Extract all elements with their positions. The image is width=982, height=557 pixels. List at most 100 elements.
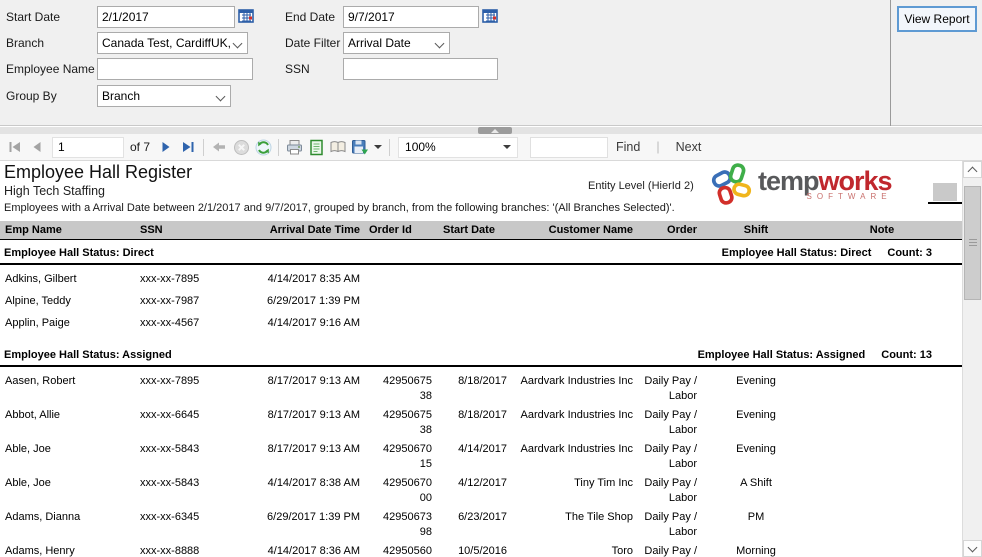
cell-arrival: 8/17/2017 9:13 AM: [267, 375, 360, 387]
start-date-input[interactable]: [97, 6, 235, 28]
cell-emp-name: Adams, Dianna: [5, 511, 81, 523]
branch-dropdown[interactable]: Canada Test, CardiffUK, Eag: [97, 32, 248, 54]
column-header-customer-name: Customer Name: [548, 224, 633, 236]
cell-emp-name: Applin, Paige: [5, 317, 70, 329]
cell-arrival: 8/17/2017 9:13 AM: [267, 409, 360, 421]
cell-order-type: Daily Pay / Labor: [644, 511, 697, 538]
column-header-note: Note: [869, 224, 895, 236]
tempworks-wordmark: tempworks SOFTWARE: [758, 167, 893, 201]
cell-order-type: Daily Pay / Labor: [644, 443, 697, 470]
chevron-down-icon: [436, 39, 445, 48]
page-setup-button[interactable]: [327, 136, 349, 158]
cell-emp-name: Able, Joe: [5, 443, 51, 455]
cell-ssn: xxx-xx-7895: [140, 273, 200, 285]
cell-order-type: Daily Pay /: [644, 545, 697, 557]
ssn-input[interactable]: [343, 58, 498, 80]
page-setup-book-icon: [330, 141, 346, 153]
next-page-button[interactable]: [155, 136, 177, 158]
report-toolbar: of 7: [0, 134, 982, 161]
find-next-divider: |: [656, 140, 660, 154]
vertical-scrollbar[interactable]: [962, 161, 982, 557]
employee-name-label: Employee Name: [6, 62, 95, 76]
export-button[interactable]: [349, 136, 371, 158]
cell-ssn: xxx-xx-5843: [140, 477, 200, 489]
cell-order-id: 42950560: [383, 545, 432, 557]
back-to-parent-button[interactable]: [208, 136, 230, 158]
scroll-up-button[interactable]: [963, 161, 982, 178]
table-row: Adams, Dianna xxx-xx-6345 6/29/2017 1:39…: [0, 506, 962, 540]
column-header-arrival-date-time: Arrival Date Time: [269, 224, 360, 236]
report-viewer-window: Start Date End Date Branch Canada Test, …: [0, 0, 982, 557]
end-date-input[interactable]: [343, 6, 479, 28]
cell-order-type: Daily Pay / Labor: [644, 375, 697, 402]
group-label-right: Employee Hall Status: Assigned: [697, 349, 866, 361]
back-arrow-icon: [213, 142, 226, 152]
cell-arrival: 8/17/2017 9:13 AM: [267, 443, 360, 455]
print-layout-button[interactable]: [305, 136, 327, 158]
calendar-icon: [482, 9, 498, 23]
cell-ssn: xxx-xx-4567: [140, 317, 200, 329]
zoom-dropdown[interactable]: 100%: [398, 136, 519, 158]
table-row: Adams, Henry xxx-xx-8888 4/14/2017 8:36 …: [0, 540, 962, 557]
next-link[interactable]: Next: [676, 140, 702, 154]
scrollbar-thumb[interactable]: [964, 186, 981, 300]
cell-order-type: Daily Pay / Labor: [644, 477, 697, 504]
cell-start-date: 8/18/2017: [458, 409, 507, 421]
group-count: Count: 13: [881, 349, 932, 361]
printer-icon: [286, 139, 302, 154]
group-label-right: Employee Hall Status: Direct: [721, 247, 872, 259]
column-header-ssn: SSN: [140, 224, 163, 236]
start-date-calendar-button[interactable]: [237, 8, 255, 26]
cell-start-date: 4/14/2017: [458, 443, 507, 455]
table-row: Aasen, Robert xxx-xx-7895 8/17/2017 9:13…: [0, 370, 962, 404]
cell-customer: Toro: [611, 545, 633, 557]
table-header-row: Emp Name SSN Arrival Date Time Order Id …: [0, 221, 962, 240]
print-button[interactable]: [283, 136, 305, 158]
date-filter-dropdown[interactable]: Arrival Date: [343, 32, 450, 54]
current-page-input[interactable]: [52, 136, 124, 158]
previous-page-icon: [33, 142, 41, 152]
stop-rendering-button[interactable]: [230, 136, 252, 158]
tempworks-pinwheel-icon: [711, 163, 752, 205]
scroll-down-button[interactable]: [963, 540, 982, 557]
find-text-input[interactable]: [530, 136, 609, 158]
report-table: Emp Name SSN Arrival Date Time Order Id …: [0, 221, 962, 557]
caret-down-icon: [374, 145, 383, 149]
branch-dropdown-value: Canada Test, CardiffUK, Eag: [102, 36, 232, 50]
cell-start-date: 8/18/2017: [458, 375, 507, 387]
end-date-calendar-button[interactable]: [481, 8, 499, 26]
cell-shift: Morning: [736, 545, 776, 557]
chevron-up-icon: [967, 166, 978, 176]
date-filter-dropdown-value: Arrival Date: [348, 36, 411, 50]
cell-ssn: xxx-xx-5843: [140, 443, 200, 455]
find-link[interactable]: Find: [616, 140, 640, 154]
cell-note: [806, 408, 958, 438]
export-menu-caret[interactable]: [371, 145, 385, 149]
cell-emp-name: Aasen, Robert: [5, 375, 76, 387]
cell-arrival: 6/29/2017 1:39 PM: [267, 511, 360, 523]
entity-level-label: Entity Level (HierId 2): [588, 180, 694, 192]
cell-ssn: xxx-xx-7987: [140, 295, 200, 307]
employee-name-input[interactable]: [97, 58, 253, 80]
cell-order-id: 42950670 00: [383, 477, 432, 504]
end-date-label: End Date: [285, 10, 336, 24]
group-by-dropdown[interactable]: Branch: [97, 85, 231, 107]
column-header-emp-name: Emp Name: [5, 224, 62, 236]
collapse-panel-handle[interactable]: [478, 127, 512, 134]
last-page-button[interactable]: [177, 136, 199, 158]
caret-down-icon: [503, 145, 512, 149]
refresh-button[interactable]: [252, 136, 274, 158]
scrollbar-grip: [969, 239, 977, 248]
stop-icon: [233, 139, 249, 155]
column-header-shift: Shift: [743, 224, 769, 236]
cell-customer: The Tile Shop: [565, 511, 633, 523]
previous-page-button[interactable]: [26, 136, 48, 158]
refresh-icon: [255, 139, 272, 155]
cell-emp-name: Able, Joe: [5, 477, 51, 489]
first-page-icon: [9, 142, 20, 152]
table-row: Able, Joe xxx-xx-5843 8/17/2017 9:13 AM …: [0, 438, 962, 472]
first-page-button[interactable]: [4, 136, 26, 158]
cell-order-id: 42950675 38: [383, 409, 432, 436]
view-report-button[interactable]: View Report: [897, 6, 977, 32]
cell-customer: Aardvark Industries Inc: [520, 443, 634, 455]
